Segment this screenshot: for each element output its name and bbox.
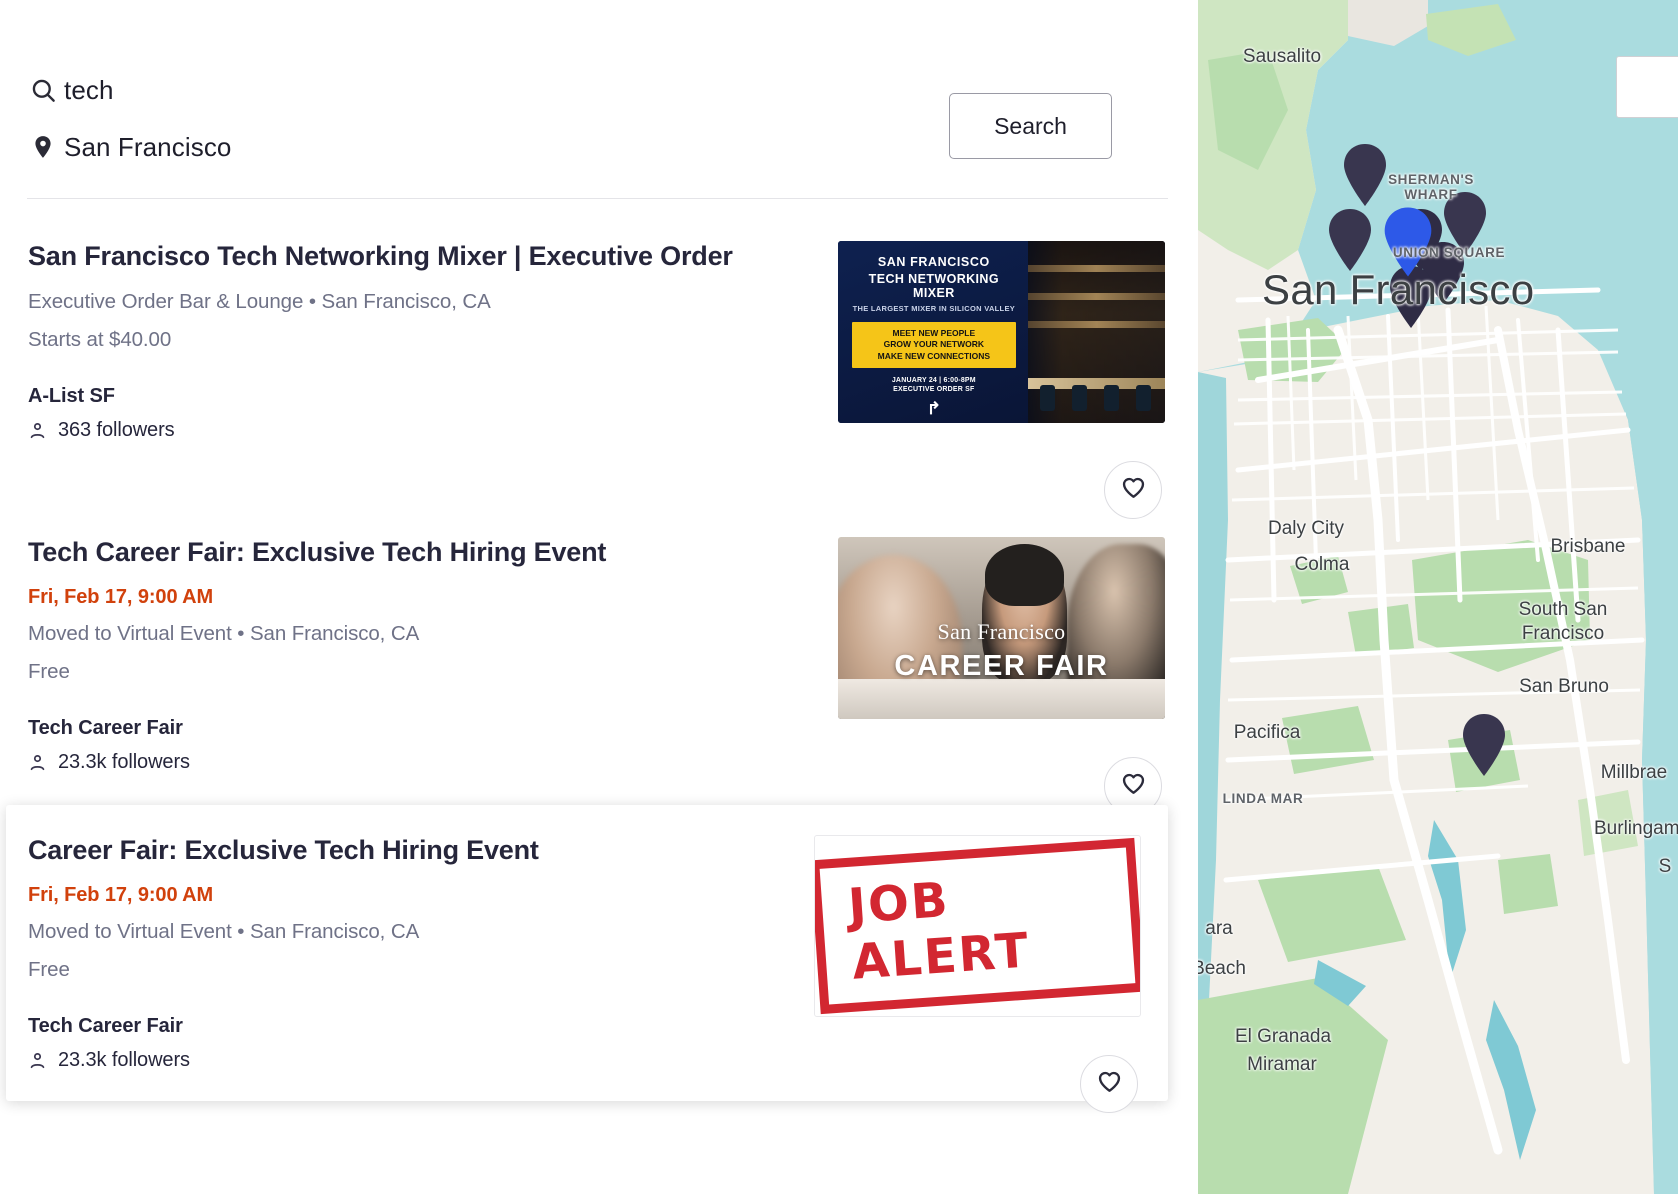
poster-callout: MEET NEW PEOPLE GROW YOUR NETWORK MAKE N…: [852, 322, 1016, 369]
event-info: San Francisco Tech Networking Mixer | Ex…: [28, 241, 814, 442]
poster-line-3: THE LARGEST MIXER IN SILICON VALLEY: [852, 304, 1016, 313]
map-pin-marker[interactable]: [1457, 710, 1511, 780]
heart-icon: [1120, 474, 1147, 506]
search-icon: [30, 77, 64, 104]
map-panel[interactable]: Sausalito SHERMAN'S WHARF UNION SQUARE S…: [1198, 0, 1678, 1194]
event-price: Free: [28, 659, 70, 683]
event-list-item[interactable]: San Francisco Tech Networking Mixer | Ex…: [0, 213, 1198, 519]
person-icon: [28, 421, 47, 440]
poster-line-5: EXECUTIVE ORDER SF: [893, 386, 975, 394]
poster-box-2: GROW YOUR NETWORK: [883, 339, 985, 350]
event-info: Career Fair: Exclusive Tech Hiring Event…: [28, 835, 790, 1072]
search-results-page: tech San Francisco Search San Francisco …: [0, 0, 1678, 1194]
search-query-text: tech: [64, 74, 114, 105]
event-price: Starts at $40.00: [28, 327, 172, 351]
person-icon: [28, 1051, 47, 1070]
poster-bar-photo: [1027, 241, 1165, 423]
event-followers: 363 followers: [28, 419, 814, 442]
event-date: Fri, Feb 17, 9:00 AM: [28, 585, 214, 608]
event-organizer[interactable]: A-List SF: [28, 385, 814, 408]
event-followers: 23.3k followers: [28, 1049, 790, 1072]
poster-logo-icon: ↱: [926, 399, 941, 419]
event-date: Fri, Feb 17, 9:00 AM: [28, 883, 214, 906]
thumbnail-line-2: CAREER FAIR: [894, 649, 1109, 682]
event-title[interactable]: Career Fair: Exclusive Tech Hiring Event: [28, 835, 790, 867]
results-column: tech San Francisco Search San Francisco …: [0, 0, 1198, 1194]
poster-box-3: MAKE NEW CONNECTIONS: [877, 350, 991, 361]
heart-icon: [1120, 770, 1147, 802]
map-pin-marker-selected[interactable]: [1378, 203, 1438, 281]
event-price: Free: [28, 957, 70, 981]
map-pin-marker[interactable]: [1323, 205, 1377, 275]
search-header: tech San Francisco Search: [0, 0, 1198, 199]
event-list: San Francisco Tech Networking Mixer | Ex…: [0, 199, 1198, 1113]
poster-line-2: TECH NETWORKING MIXER: [868, 272, 999, 300]
event-title[interactable]: Tech Career Fair: Exclusive Tech Hiring …: [28, 537, 814, 569]
event-thumbnail[interactable]: San Francisco CAREER FAIR: [838, 537, 1165, 719]
event-followers: 23.3k followers: [28, 751, 814, 774]
map-canvas[interactable]: [1198, 0, 1678, 1194]
person-icon: [28, 753, 47, 772]
poster-line-1: SAN FRANCISCO: [877, 255, 990, 269]
map-pin-marker[interactable]: [1338, 140, 1392, 210]
event-media: SAN FRANCISCO TECH NETWORKING MIXER THE …: [838, 241, 1168, 519]
event-list-item[interactable]: Career Fair: Exclusive Tech Hiring Event…: [6, 805, 1168, 1113]
event-organizer[interactable]: Tech Career Fair: [28, 1015, 790, 1038]
event-followers-count: 23.3k followers: [58, 1048, 190, 1071]
event-info: Tech Career Fair: Exclusive Tech Hiring …: [28, 537, 814, 774]
event-media: JOB ALERT: [814, 835, 1144, 1113]
event-list-item[interactable]: Tech Career Fair: Exclusive Tech Hiring …: [0, 509, 1198, 815]
event-venue: Executive Order Bar & Lounge • San Franc…: [28, 289, 491, 313]
map-control-button[interactable]: [1616, 56, 1678, 118]
event-venue: Moved to Virtual Event • San Francisco, …: [28, 621, 420, 645]
event-media: San Francisco CAREER FAIR: [838, 537, 1168, 815]
event-venue: Moved to Virtual Event • San Francisco, …: [28, 919, 420, 943]
thumbnail-line-1: San Francisco: [937, 618, 1066, 644]
poster-box-1: MEET NEW PEOPLE: [892, 328, 976, 338]
event-thumbnail[interactable]: SAN FRANCISCO TECH NETWORKING MIXER THE …: [838, 241, 1165, 423]
save-event-button[interactable]: [1080, 1055, 1138, 1113]
mixer-poster-text: SAN FRANCISCO TECH NETWORKING MIXER THE …: [838, 241, 1028, 423]
poster-line-4: JANUARY 24 | 6:00-8PM: [891, 377, 976, 385]
job-alert-stamp: JOB ALERT: [815, 837, 1140, 1015]
event-organizer[interactable]: Tech Career Fair: [28, 717, 814, 740]
map-pin-icon: [30, 132, 64, 162]
heart-icon: [1096, 1068, 1123, 1100]
event-title[interactable]: San Francisco Tech Networking Mixer | Ex…: [28, 241, 814, 273]
search-location-text: San Francisco: [64, 131, 232, 162]
event-followers-count: 363 followers: [58, 418, 175, 441]
event-thumbnail[interactable]: JOB ALERT: [814, 835, 1141, 1017]
event-followers-count: 23.3k followers: [58, 750, 190, 773]
search-button[interactable]: Search: [949, 93, 1112, 159]
